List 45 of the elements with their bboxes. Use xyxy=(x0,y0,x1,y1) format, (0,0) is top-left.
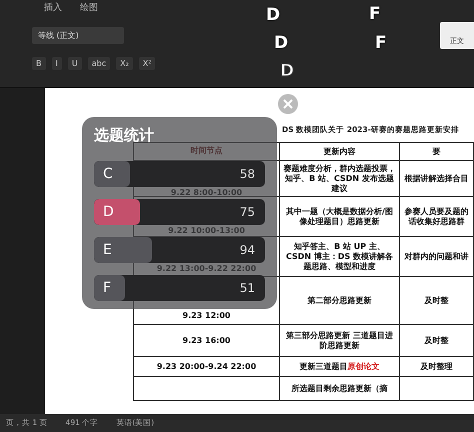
vote-count: 51 xyxy=(240,281,255,295)
poll-option[interactable]: D 75 xyxy=(94,199,265,225)
table-cell: 第二部分思路更新 xyxy=(280,277,400,325)
ribbon-tab[interactable]: 绘图 xyxy=(80,0,98,14)
table-cell: 9.23 20:00-9.24 22:00 xyxy=(134,357,280,377)
poll-option[interactable]: E 94 xyxy=(94,237,265,263)
format-button[interactable]: I xyxy=(52,57,62,70)
format-button[interactable]: X₂ xyxy=(116,57,133,70)
table-cell: 参赛人员要及题的话收集好思路群 xyxy=(400,197,474,237)
table-cell: 赛题难度分析，群内选题投票，知乎、B 站、CSDN 发布选题建议 xyxy=(280,161,400,197)
floating-letter: F xyxy=(375,33,387,53)
format-button[interactable]: abc xyxy=(88,57,110,70)
table-cell: 所选题目剩余思路更新（摘 xyxy=(280,377,400,401)
table-cell: 对群内的问题和讲 xyxy=(400,237,474,277)
table-cell: 第三部分思路更新 三道题目进阶思路更新 xyxy=(280,325,400,357)
option-letter: F xyxy=(103,280,112,296)
font-name-field[interactable]: 等线 (正文) xyxy=(32,27,124,44)
poll-option[interactable]: F 51 xyxy=(94,275,265,301)
vote-count: 58 xyxy=(240,167,255,181)
table-cell: 及时整 xyxy=(400,325,474,357)
vote-count: 75 xyxy=(240,205,255,219)
floating-letter: D xyxy=(274,33,288,53)
poll-option[interactable]: C 58 xyxy=(94,161,265,187)
table-cell: 根据讲解选择合目 xyxy=(400,161,474,197)
table-cell: 9.23 16:00 xyxy=(134,325,280,357)
table-cell: 及时整 xyxy=(400,277,474,325)
table-cell: 更新三道题目原创论文 xyxy=(280,357,400,377)
table-cell: 其中一题（大概是数据分析/图像处理题目）思路更新 xyxy=(280,197,400,237)
option-letter: C xyxy=(103,166,113,182)
floating-letter: D xyxy=(280,61,294,81)
format-button[interactable]: B xyxy=(32,57,46,70)
option-letter: D xyxy=(103,204,114,220)
table-header: 更新内容 xyxy=(280,143,400,161)
format-button[interactable]: U xyxy=(68,57,82,70)
format-button[interactable]: X² xyxy=(138,57,156,70)
close-icon xyxy=(283,99,293,109)
table-cell: 及时整理 xyxy=(400,357,474,377)
table-header: 要 xyxy=(400,143,474,161)
vote-count: 94 xyxy=(240,243,255,257)
floating-letter: D xyxy=(266,5,280,25)
table-cell: 知乎答主、B 站 UP 主、CSDN 博主：DS 数模讲解各题思路、模型和进度 xyxy=(280,237,400,277)
poll-title: 选题统计 xyxy=(94,125,155,145)
floating-letter: F xyxy=(369,4,381,24)
option-letter: E xyxy=(103,242,112,258)
ribbon-tab[interactable]: 插入 xyxy=(44,0,62,14)
